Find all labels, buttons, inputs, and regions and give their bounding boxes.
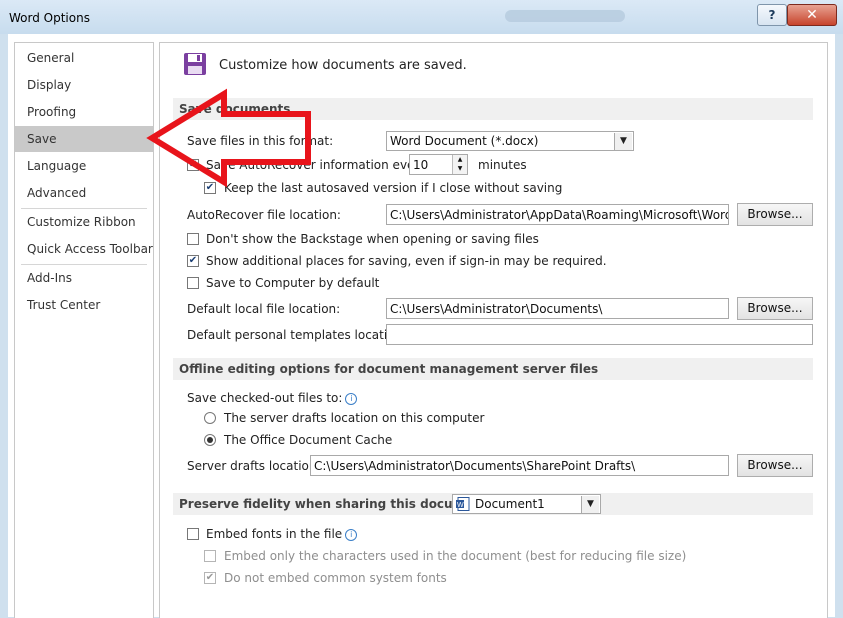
save-icon — [184, 53, 206, 75]
window-title: Word Options — [9, 11, 90, 25]
server-drafts-radio[interactable] — [204, 412, 216, 424]
save-checked-out-label: Save checked-out files to: i — [187, 391, 358, 405]
default-templates-location-label: Default personal templates location: — [187, 328, 407, 342]
page-title: Customize how documents are saved. — [219, 58, 467, 73]
sidebar-item-display[interactable]: Display — [15, 72, 153, 98]
fidelity-document-dropdown[interactable]: W Document1 ▼ — [452, 494, 601, 514]
server-drafts-location-input[interactable]: C:\Users\Administrator\Documents\SharePo… — [310, 455, 729, 476]
autorecover-minutes-value: 10 — [413, 158, 429, 172]
server-drafts-location-label: Server drafts location: — [187, 459, 321, 473]
embed-fonts-label: Embed fonts in the file i — [206, 527, 358, 541]
minutes-spinner[interactable]: ▲ ▼ — [452, 155, 467, 174]
show-additional-places-label: Show additional places for saving, even … — [206, 254, 607, 268]
offline-editing-header: Offline editing options for document man… — [173, 358, 813, 380]
sidebar-item-trust-center[interactable]: Trust Center — [15, 292, 153, 318]
autorecover-location-input[interactable]: C:\Users\Administrator\AppData\Roaming\M… — [386, 204, 729, 225]
help-button[interactable]: ? — [757, 4, 787, 26]
save-to-computer-label: Save to Computer by default — [206, 276, 380, 290]
sidebar-item-advanced[interactable]: Advanced — [15, 180, 153, 206]
autorecover-location-label: AutoRecover file location: — [187, 208, 341, 222]
server-drafts-browse-button[interactable]: Browse... — [737, 454, 813, 477]
embed-only-used-checkbox[interactable] — [204, 550, 216, 562]
autorecover-location-value: C:\Users\Administrator\AppData\Roaming\M… — [390, 208, 729, 222]
chevron-down-icon[interactable]: ▼ — [614, 133, 632, 150]
info-icon: i — [345, 393, 358, 405]
embed-only-used-label: Embed only the characters used in the do… — [224, 549, 687, 563]
sidebar-item-language[interactable]: Language — [15, 153, 153, 179]
do-not-embed-common-label: Do not embed common system fonts — [224, 571, 447, 585]
sidebar-item-add-ins[interactable]: Add-Ins — [15, 265, 153, 291]
spin-down-icon[interactable]: ▼ — [453, 164, 467, 173]
default-local-browse-button[interactable]: Browse... — [737, 297, 813, 320]
show-additional-places-checkbox[interactable]: ✔ — [187, 255, 199, 267]
save-to-computer-checkbox[interactable] — [187, 277, 199, 289]
fidelity-document-value: Document1 — [475, 497, 545, 511]
save-format-dropdown[interactable]: Word Document (*.docx) ▼ — [386, 131, 634, 151]
dont-show-backstage-label: Don't show the Backstage when opening or… — [206, 232, 539, 246]
close-button[interactable]: ✕ — [787, 4, 837, 26]
embed-fonts-checkbox[interactable] — [187, 528, 199, 540]
annotation-arrow-icon — [146, 88, 311, 188]
chevron-down-icon[interactable]: ▼ — [581, 496, 599, 513]
do-not-embed-common-checkbox[interactable]: ✔ — [204, 572, 216, 584]
background-window-title — [505, 10, 625, 22]
sidebar-item-proofing[interactable]: Proofing — [15, 99, 153, 125]
dont-show-backstage-checkbox[interactable] — [187, 233, 199, 245]
default-local-location-value: C:\Users\Administrator\Documents\ — [390, 302, 603, 316]
sidebar: General Display Proofing Save Language A… — [14, 42, 154, 618]
default-local-location-label: Default local file location: — [187, 302, 341, 316]
server-drafts-location-value: C:\Users\Administrator\Documents\SharePo… — [314, 459, 636, 473]
autorecover-browse-button[interactable]: Browse... — [737, 203, 813, 226]
sidebar-item-general[interactable]: General — [15, 45, 153, 71]
save-format-value: Word Document (*.docx) — [390, 134, 539, 148]
svg-text:W: W — [457, 502, 464, 509]
spin-up-icon[interactable]: ▲ — [453, 155, 467, 164]
word-document-icon: W — [456, 497, 470, 511]
sidebar-item-customize-ribbon[interactable]: Customize Ribbon — [15, 209, 153, 235]
server-drafts-option-label: The server drafts location on this compu… — [224, 411, 485, 425]
minutes-label: minutes — [478, 158, 527, 172]
autorecover-minutes-input[interactable]: 10 ▲ ▼ — [409, 154, 468, 175]
default-templates-location-input[interactable] — [386, 324, 813, 345]
title-bar: Word Options ? ✕ — [0, 0, 843, 34]
info-icon: i — [345, 529, 358, 541]
default-local-location-input[interactable]: C:\Users\Administrator\Documents\ — [386, 298, 729, 319]
office-cache-option-label: The Office Document Cache — [224, 433, 393, 447]
office-cache-radio[interactable] — [204, 434, 216, 446]
sidebar-item-quick-access-toolbar[interactable]: Quick Access Toolbar — [15, 236, 153, 262]
sidebar-item-save[interactable]: Save — [15, 126, 153, 152]
